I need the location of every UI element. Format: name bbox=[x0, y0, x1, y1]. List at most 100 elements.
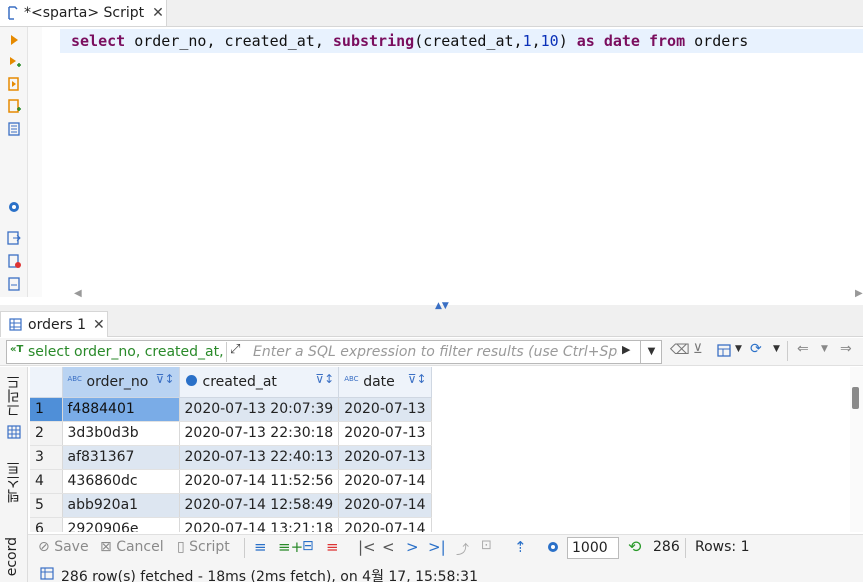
column-header-created_at[interactable]: created_at ⊽↕ bbox=[179, 367, 340, 398]
cell-date[interactable]: 2020-07-13 bbox=[338, 445, 432, 470]
cell-date[interactable]: 2020-07-13 bbox=[338, 421, 432, 446]
grid-icon[interactable] bbox=[7, 425, 21, 439]
cell-created_at[interactable]: 2020-07-14 12:58:49 bbox=[179, 493, 340, 518]
chevron-down-icon[interactable]: ▼ bbox=[735, 344, 742, 354]
new-file-icon[interactable] bbox=[6, 253, 22, 269]
text-type-icon: ABC bbox=[67, 375, 82, 383]
cell-created_at[interactable]: 2020-07-14 13:21:18 bbox=[179, 517, 340, 532]
gear-icon[interactable] bbox=[6, 199, 22, 215]
row-count: 286 bbox=[653, 539, 680, 555]
cell-created_at[interactable]: 2020-07-14 11:52:56 bbox=[179, 469, 340, 494]
close-icon[interactable]: ✕ bbox=[152, 5, 164, 21]
text-view-tab[interactable]: 텍스트 bbox=[4, 461, 24, 503]
row-number[interactable]: 3 bbox=[30, 445, 63, 470]
cancel-button[interactable]: ⊠ Cancel bbox=[100, 539, 164, 555]
cell-created_at[interactable]: 2020-07-13 22:30:18 bbox=[179, 421, 340, 446]
cell-date[interactable]: 2020-07-14 bbox=[338, 469, 432, 494]
sort-filter-icon[interactable]: ⊽↕ bbox=[156, 372, 175, 386]
eraser-icon[interactable]: ⌫ bbox=[670, 342, 690, 358]
first-page-icon[interactable]: |< bbox=[358, 538, 376, 556]
row-number[interactable]: 6 bbox=[30, 517, 63, 532]
editor-horizontal-scrollbar[interactable] bbox=[70, 287, 863, 303]
edit-row-icon[interactable]: ≡ bbox=[254, 538, 267, 556]
chevron-down-icon[interactable]: ▼ bbox=[773, 344, 780, 354]
row-number[interactable]: 4 bbox=[30, 469, 63, 494]
close-icon[interactable]: ✕ bbox=[93, 317, 105, 333]
refresh-icon[interactable]: ⟲ bbox=[628, 537, 641, 556]
cancel-label: Cancel bbox=[116, 539, 164, 555]
fetch-size-input[interactable]: 1000 bbox=[567, 537, 619, 559]
execute-script-new-tabs-icon[interactable] bbox=[6, 98, 22, 114]
export-icon[interactable] bbox=[6, 230, 22, 246]
results-tab-title: orders 1 bbox=[28, 316, 86, 333]
next-page-icon[interactable]: > bbox=[406, 538, 419, 556]
table-row[interactable]: 2 3d3b0d3b 2020-07-13 22:30:18 2020-07-1… bbox=[30, 421, 432, 446]
table-row[interactable]: 4 436860dc 2020-07-14 11:52:56 2020-07-1… bbox=[30, 469, 432, 494]
record-view-tab[interactable]: ecord bbox=[4, 537, 20, 576]
cell-created_at[interactable]: 2020-07-13 22:40:13 bbox=[179, 445, 340, 470]
export-data-icon[interactable]: ⇡ bbox=[514, 538, 527, 556]
row-number-header[interactable] bbox=[30, 367, 63, 398]
execute-statement-icon[interactable] bbox=[6, 32, 22, 48]
editor-gutter bbox=[28, 27, 42, 297]
scroll-left-icon[interactable]: ◀ bbox=[74, 288, 82, 299]
cell-order_no[interactable]: 2920906e bbox=[62, 517, 180, 532]
table-row[interactable]: 3 af831367 2020-07-13 22:40:13 2020-07-1… bbox=[30, 445, 432, 470]
cell-order_no[interactable]: af831367 bbox=[62, 445, 180, 470]
explain-plan-icon[interactable] bbox=[6, 121, 22, 137]
cell-order_no[interactable]: abb920a1 bbox=[62, 493, 180, 518]
grid-table-icon bbox=[9, 318, 22, 331]
cell-created_at[interactable]: 2020-07-13 20:07:39 bbox=[179, 397, 340, 422]
chevron-down-icon[interactable]: ▼ bbox=[821, 344, 828, 354]
sort-filter-icon[interactable]: ⊽↕ bbox=[315, 372, 334, 386]
script-button[interactable]: ▯ Script bbox=[177, 539, 230, 555]
editor-tab[interactable]: *<sparta> Script ✕ bbox=[0, 0, 167, 26]
row-number[interactable]: 5 bbox=[30, 493, 63, 518]
results-tab[interactable]: orders 1 ✕ bbox=[0, 311, 108, 337]
sort-filter-icon[interactable]: ⊽↕ bbox=[408, 372, 427, 386]
forward-arrow-icon[interactable]: ⇒ bbox=[840, 341, 852, 357]
cell-order_no[interactable]: 3d3b0d3b bbox=[62, 421, 180, 446]
filter-input[interactable]: Enter a SQL expression to filter results… bbox=[253, 344, 618, 360]
gear-icon[interactable] bbox=[546, 540, 560, 554]
filter-history-dropdown[interactable]: ▼ bbox=[640, 341, 662, 363]
filter-query-text[interactable]: select order_no, created_at, s bbox=[28, 344, 224, 360]
sql-editor[interactable] bbox=[42, 27, 863, 285]
cell-date[interactable]: 2020-07-14 bbox=[338, 517, 432, 532]
save-button[interactable]: ⊘ Save bbox=[38, 539, 89, 555]
table-row[interactable]: 1 f4884401 2020-07-13 20:07:39 2020-07-1… bbox=[30, 397, 432, 422]
scrollbar-thumb[interactable] bbox=[852, 387, 859, 409]
filter-settings-icon[interactable]: ⊻ bbox=[693, 342, 703, 357]
back-arrow-icon[interactable]: ⇐ bbox=[797, 341, 809, 357]
grid-view-tab[interactable]: 그리드 bbox=[4, 375, 24, 417]
splitter-toggle-icon[interactable]: ▲▼ bbox=[435, 301, 449, 311]
sql-code-line[interactable]: select order_no, created_at, substring(c… bbox=[71, 32, 748, 50]
filter-apply-icon[interactable]: ▶ bbox=[622, 343, 630, 356]
row-number[interactable]: 2 bbox=[30, 421, 63, 446]
column-header-date[interactable]: ABC date ⊽↕ bbox=[338, 367, 432, 398]
row-number[interactable]: 1 bbox=[30, 397, 63, 422]
panels-icon[interactable] bbox=[717, 343, 733, 359]
scroll-right-icon[interactable]: ▶ bbox=[855, 288, 863, 299]
copy-row-icon[interactable]: ⊟ bbox=[302, 538, 314, 554]
last-page-icon[interactable]: >| bbox=[428, 538, 446, 556]
delete-row-icon[interactable]: ≡ bbox=[326, 538, 339, 556]
previous-page-icon[interactable]: < bbox=[382, 538, 395, 556]
refresh-settings-icon[interactable]: ⟳ bbox=[750, 341, 762, 357]
link-icon[interactable]: ⤴ bbox=[456, 539, 469, 558]
open-file-icon[interactable] bbox=[6, 276, 22, 292]
expand-icon[interactable]: ⤢ bbox=[230, 342, 240, 357]
cell-date[interactable]: 2020-07-14 bbox=[338, 493, 432, 518]
fit-icon[interactable]: ⊡ bbox=[481, 538, 492, 553]
cell-order_no[interactable]: 436860dc bbox=[62, 469, 180, 494]
add-row-icon[interactable]: ≡+ bbox=[278, 538, 303, 556]
execute-script-icon[interactable] bbox=[6, 76, 22, 92]
execute-in-new-tab-icon[interactable] bbox=[6, 54, 22, 70]
results-table: ABC order_no ⊽↕ created_at ⊽↕ ABC date ⊽… bbox=[30, 367, 432, 532]
cell-order_no[interactable]: f4884401 bbox=[62, 397, 180, 422]
column-header-order_no[interactable]: ABC order_no ⊽↕ bbox=[62, 367, 180, 398]
table-row[interactable]: 6 2920906e 2020-07-14 13:21:18 2020-07-1… bbox=[30, 517, 432, 532]
column-header-label: order_no bbox=[86, 373, 149, 390]
cell-date[interactable]: 2020-07-13 bbox=[338, 397, 432, 422]
table-row[interactable]: 5 abb920a1 2020-07-14 12:58:49 2020-07-1… bbox=[30, 493, 432, 518]
